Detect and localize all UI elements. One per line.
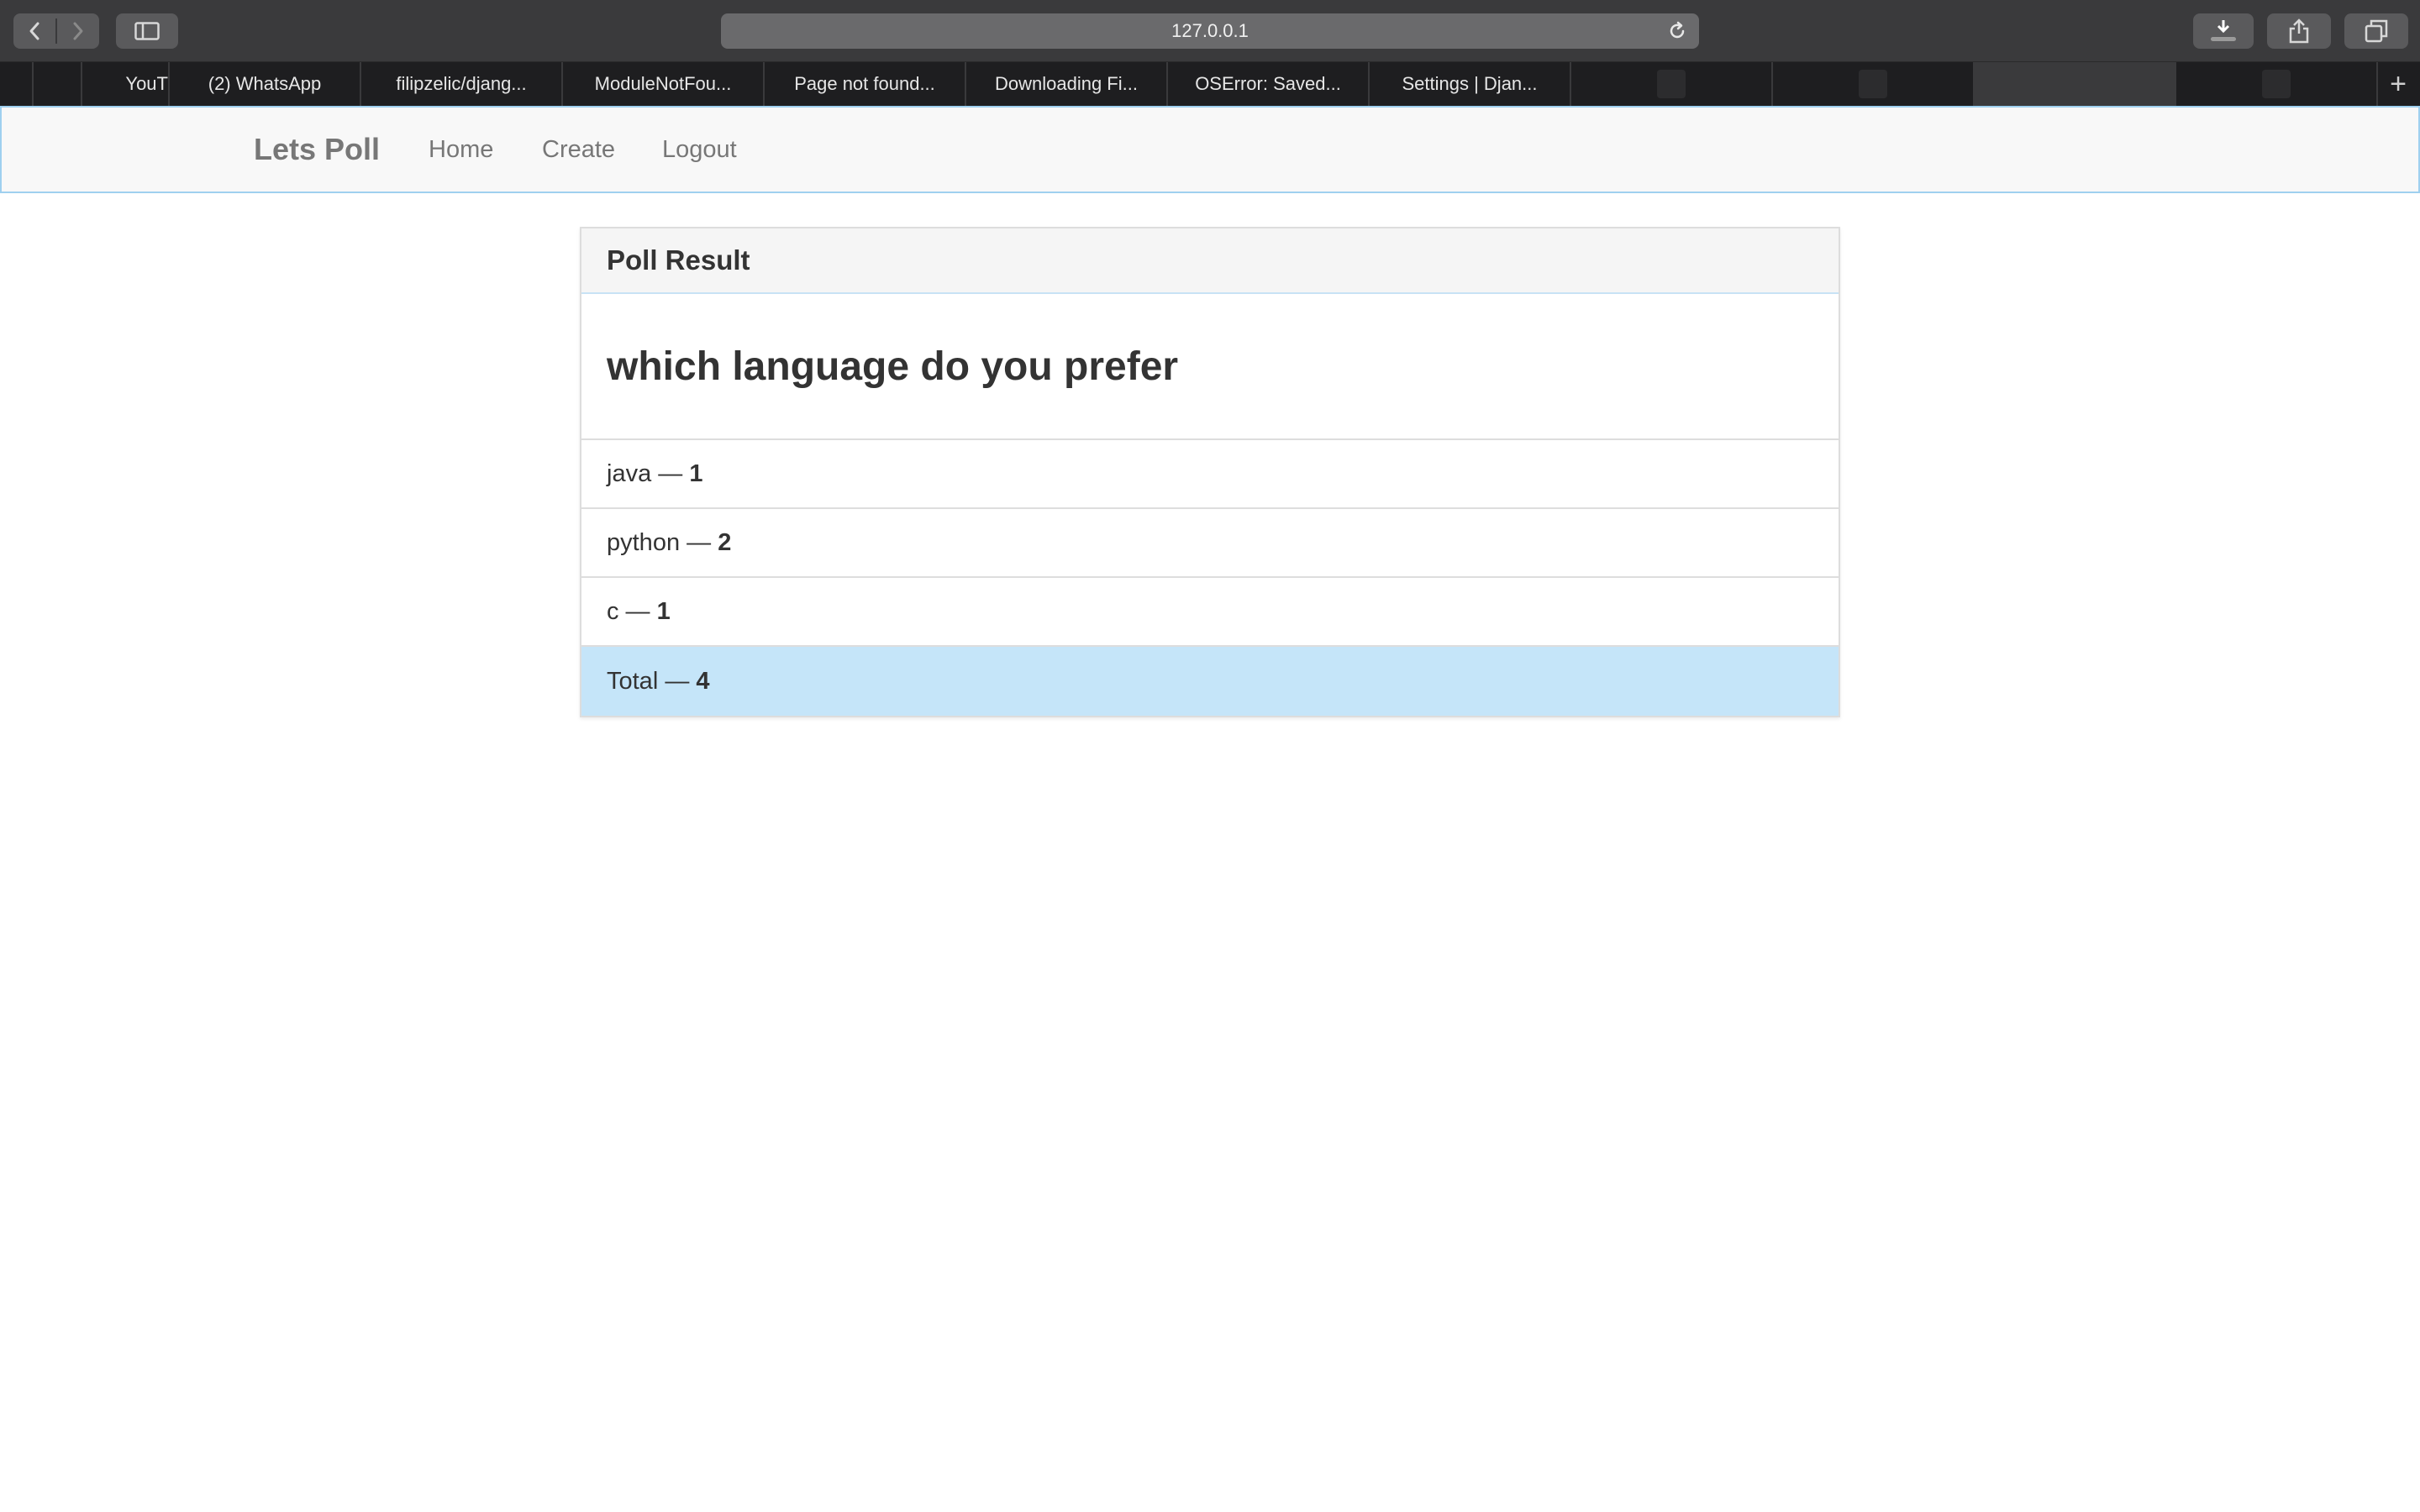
browser-tab-oserror[interactable]: OSError: Saved...: [1168, 62, 1370, 106]
browser-tab-settings[interactable]: Settings | Djan...: [1370, 62, 1571, 106]
separator: —: [651, 459, 690, 487]
url-text: 127.0.0.1: [1171, 20, 1249, 41]
browser-tab-title: Page not found...: [794, 73, 935, 94]
choice-label: java: [607, 459, 652, 487]
poll-question: which language do you prefer: [581, 294, 1839, 440]
browser-tab-title: filipzelic/djang...: [396, 73, 527, 94]
download-icon: [2211, 20, 2236, 41]
browser-tab-blank[interactable]: [1773, 62, 1975, 106]
separator: —: [618, 597, 657, 625]
poll-result-panel: Poll Result which language do you prefer…: [580, 227, 1840, 717]
browser-tab-title: ModuleNotFou...: [594, 73, 732, 94]
address-bar[interactable]: 127.0.0.1: [721, 13, 1699, 49]
browser-tab-title: YouT: [125, 73, 168, 94]
total-row: Total — 4: [581, 647, 1839, 716]
brand-link[interactable]: Lets Poll: [254, 132, 380, 167]
browser-tab-downloading[interactable]: Downloading Fi...: [966, 62, 1168, 106]
choice-label: python: [607, 528, 681, 556]
browser-tab-whatsapp[interactable]: (2) WhatsApp: [170, 62, 361, 106]
separator: —: [658, 667, 697, 695]
browser-tab-pinned[interactable]: [34, 62, 82, 106]
browser-tab-blank[interactable]: [1571, 62, 1773, 106]
browser-tab-module-error[interactable]: ModuleNotFou...: [563, 62, 765, 106]
favicon-icon: [1657, 70, 1686, 98]
result-row: java — 1: [581, 440, 1839, 509]
sidebar-button[interactable]: [116, 13, 178, 49]
browser-tab-title: OSError: Saved...: [1195, 73, 1341, 94]
vote-count: 1: [656, 597, 671, 625]
browser-tab-youtube[interactable]: YouT: [82, 62, 170, 106]
sidebar-icon: [134, 22, 160, 40]
chevron-left-icon: [29, 22, 39, 40]
result-row: python — 2: [581, 509, 1839, 578]
share-icon: [2289, 18, 2309, 44]
vote-count: 1: [689, 459, 703, 487]
forward-button[interactable]: [57, 13, 99, 49]
share-button[interactable]: [2267, 13, 2331, 49]
result-row: c — 1: [581, 578, 1839, 647]
choice-label: c: [607, 597, 619, 625]
tab-bar: YouT (2) WhatsApp filipzelic/djang... Mo…: [0, 62, 2420, 106]
browser-tab-pinned[interactable]: [0, 62, 34, 106]
browser-tab-title: Downloading Fi...: [995, 73, 1138, 94]
browser-tab-title: Settings | Djan...: [1402, 73, 1538, 94]
reload-icon[interactable]: [1667, 21, 1687, 41]
browser-tab-title: (2) WhatsApp: [208, 73, 322, 94]
browser-toolbar: 127.0.0.1: [0, 0, 2420, 62]
history-buttons: [13, 13, 99, 49]
total-count: 4: [696, 667, 710, 695]
total-label: Total: [607, 667, 659, 695]
separator: —: [680, 528, 718, 556]
downloads-button[interactable]: [2193, 13, 2254, 49]
new-tab-button[interactable]: +: [2378, 62, 2418, 106]
nav-link-create[interactable]: Create: [542, 136, 615, 164]
tab-overview-icon: [2365, 19, 2388, 43]
tab-overview-button[interactable]: [2344, 13, 2408, 49]
back-button[interactable]: [13, 13, 55, 49]
nav-link-logout[interactable]: Logout: [662, 136, 737, 164]
plus-icon: +: [2390, 67, 2407, 100]
favicon-icon: [2262, 70, 2291, 98]
browser-tab-active[interactable]: [1975, 62, 2176, 106]
site-navbar: Lets Poll Home Create Logout: [0, 106, 2420, 193]
vote-count: 2: [718, 528, 732, 556]
browser-tab-page-not-found[interactable]: Page not found...: [765, 62, 966, 106]
favicon-icon: [1859, 70, 1887, 98]
browser-tab-blank[interactable]: [2176, 62, 2378, 106]
chevron-right-icon: [73, 22, 83, 40]
nav-link-home[interactable]: Home: [429, 136, 493, 164]
panel-heading: Poll Result: [581, 228, 1839, 294]
browser-tab-github[interactable]: filipzelic/djang...: [361, 62, 563, 106]
